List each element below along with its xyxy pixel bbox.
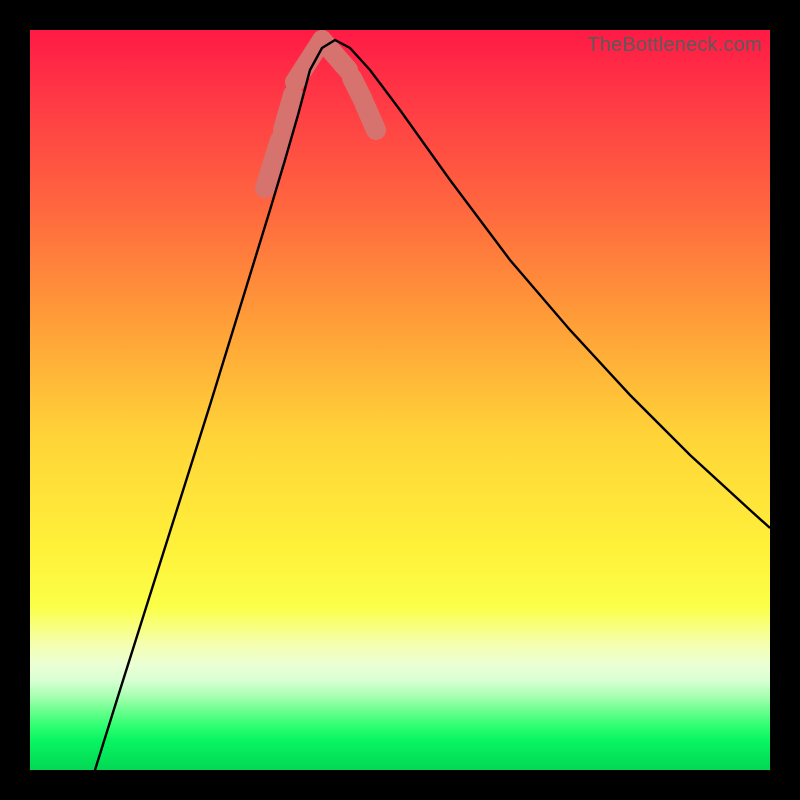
highlight-seg-1: [283, 95, 293, 130]
plot-area: TheBottleneck.com: [30, 30, 770, 770]
outer-frame: TheBottleneck.com: [0, 0, 800, 800]
bottleneck-curve-path: [95, 40, 770, 770]
highlight-band-group: [265, 40, 376, 188]
curve-layer: [30, 30, 770, 770]
highlight-seg-5: [365, 105, 376, 130]
